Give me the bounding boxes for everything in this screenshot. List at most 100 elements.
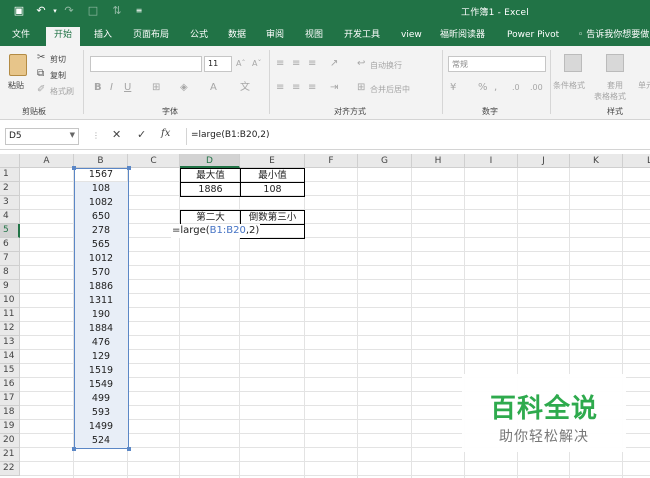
format-as-table-button-line2[interactable]: 表格格式 [594, 91, 626, 102]
bold-icon[interactable]: B [94, 82, 102, 94]
row-header-21[interactable]: 21 [0, 448, 20, 462]
align-center-icon[interactable]: ≡ [292, 82, 300, 94]
column-header-d[interactable]: D [180, 154, 240, 168]
paste-button[interactable]: 粘贴 [8, 80, 24, 91]
range-handle[interactable] [127, 166, 131, 170]
cut-button[interactable]: 剪切 [50, 54, 66, 65]
select-all-corner[interactable] [0, 154, 20, 168]
align-left-icon[interactable]: ≡ [276, 82, 284, 94]
row-header-14[interactable]: 14 [0, 350, 20, 364]
chevron-down-icon[interactable]: ▼ [70, 131, 75, 139]
currency-icon[interactable]: ¥ [450, 82, 456, 94]
tab-formulas[interactable]: 公式 [190, 28, 208, 46]
tab-view-en[interactable]: view [401, 28, 422, 46]
underline-icon[interactable]: U [124, 82, 131, 94]
orientation-icon[interactable]: ↗ [330, 58, 338, 70]
font-color-icon[interactable]: A [210, 82, 217, 94]
row-header-3[interactable]: 3 [0, 196, 20, 210]
row-header-7[interactable]: 7 [0, 252, 20, 266]
tab-insert[interactable]: 插入 [94, 28, 112, 46]
cell-e2[interactable]: 108 [240, 182, 305, 197]
row-header-8[interactable]: 8 [0, 266, 20, 280]
formula-input[interactable]: =large(B1:B20,2) [186, 128, 646, 145]
tab-home[interactable]: 开始 [46, 27, 81, 46]
tab-review[interactable]: 审阅 [266, 28, 284, 46]
column-header-j[interactable]: J [518, 154, 570, 168]
column-header-f[interactable]: F [305, 154, 358, 168]
column-header-b[interactable]: B [74, 154, 128, 168]
tab-page-layout[interactable]: 页面布局 [133, 28, 169, 46]
decrease-decimal-icon[interactable]: .00 [530, 82, 543, 94]
column-header-e[interactable]: E [240, 154, 305, 168]
row-header-4[interactable]: 4 [0, 210, 20, 224]
tab-developer[interactable]: 开发工具 [344, 28, 380, 46]
row-header-10[interactable]: 10 [0, 294, 20, 308]
cell-styles-button[interactable]: 单元 [638, 80, 650, 91]
borders-icon[interactable]: ⊞ [152, 82, 160, 94]
format-as-table-button-line1[interactable]: 套用 [607, 80, 623, 91]
row-header-22[interactable]: 22 [0, 462, 20, 476]
indent-icon[interactable]: ⇥ [330, 82, 338, 94]
range-handle[interactable] [72, 166, 76, 170]
cell-d2[interactable]: 1886 [180, 182, 241, 197]
row-header-2[interactable]: 2 [0, 182, 20, 196]
fill-color-icon[interactable]: ◈ [180, 82, 188, 94]
wrap-text-button[interactable]: 自动换行 [370, 60, 402, 71]
tab-file[interactable]: 文件 [12, 28, 30, 46]
number-format-box[interactable]: 常规 [448, 56, 546, 72]
cancel-icon[interactable]: ✕ [112, 128, 121, 141]
enter-check-icon[interactable]: ✓ [137, 128, 146, 141]
insert-function-icon[interactable]: fx [161, 128, 170, 139]
splitter-icon[interactable]: ⋮ [92, 131, 100, 143]
font-name-box[interactable] [90, 56, 202, 72]
italic-icon[interactable]: I [110, 82, 113, 94]
row-header-5[interactable]: 5 [0, 224, 20, 238]
row-header-12[interactable]: 12 [0, 322, 20, 336]
row-header-16[interactable]: 16 [0, 378, 20, 392]
row-header-20[interactable]: 20 [0, 434, 20, 448]
column-header-l[interactable]: L [623, 154, 650, 168]
copy-button[interactable]: 复制 [50, 70, 66, 81]
align-top-icon[interactable]: ≡ [276, 58, 284, 70]
comma-icon[interactable]: , [494, 82, 497, 94]
increase-decimal-icon[interactable]: .0 [512, 82, 520, 94]
cell-e4[interactable]: 倒数第三小 [240, 210, 305, 225]
merge-center-button[interactable]: 合并后居中 [370, 84, 410, 95]
row-header-1[interactable]: 1 [0, 168, 20, 182]
conditional-format-button[interactable]: 条件格式 [553, 80, 585, 91]
shrink-font-icon[interactable]: Aˇ [252, 58, 261, 70]
font-size-box[interactable]: 11 [204, 56, 232, 72]
cell-d1[interactable]: 最大值 [180, 168, 241, 183]
align-right-icon[interactable]: ≡ [308, 82, 316, 94]
tab-power-pivot[interactable]: Power Pivot [507, 28, 559, 46]
row-header-11[interactable]: 11 [0, 308, 20, 322]
row-header-6[interactable]: 6 [0, 238, 20, 252]
row-header-19[interactable]: 19 [0, 420, 20, 434]
name-box[interactable]: D5 ▼ [5, 128, 79, 145]
column-header-k[interactable]: K [570, 154, 623, 168]
column-header-c[interactable]: C [128, 154, 180, 168]
align-middle-icon[interactable]: ≡ [292, 58, 300, 70]
align-bottom-icon[interactable]: ≡ [308, 58, 316, 70]
paste-icon[interactable] [9, 54, 27, 76]
cell-d4[interactable]: 第二大 [180, 210, 241, 225]
phonetic-icon[interactable]: 文 [240, 82, 250, 94]
column-header-a[interactable]: A [20, 154, 74, 168]
format-painter-button[interactable]: 格式刷 [50, 86, 74, 97]
cell-d5-editing[interactable]: =large(B1:B20,2) [171, 224, 261, 238]
grow-font-icon[interactable]: Aˆ [236, 58, 245, 70]
column-header-h[interactable]: H [412, 154, 465, 168]
tab-foxit-reader[interactable]: 福昕阅读器 [440, 28, 485, 46]
percent-icon[interactable]: % [478, 82, 488, 94]
tell-me-box[interactable]: ◦ 告诉我你想要做 [578, 28, 649, 42]
row-header-13[interactable]: 13 [0, 336, 20, 350]
tab-data[interactable]: 数据 [228, 28, 246, 46]
tab-view[interactable]: 视图 [305, 28, 323, 46]
column-header-g[interactable]: G [358, 154, 412, 168]
row-header-15[interactable]: 15 [0, 364, 20, 378]
range-handle[interactable] [72, 447, 76, 451]
column-header-i[interactable]: I [465, 154, 518, 168]
range-handle[interactable] [127, 447, 131, 451]
cell-e1[interactable]: 最小值 [240, 168, 305, 183]
row-header-9[interactable]: 9 [0, 280, 20, 294]
